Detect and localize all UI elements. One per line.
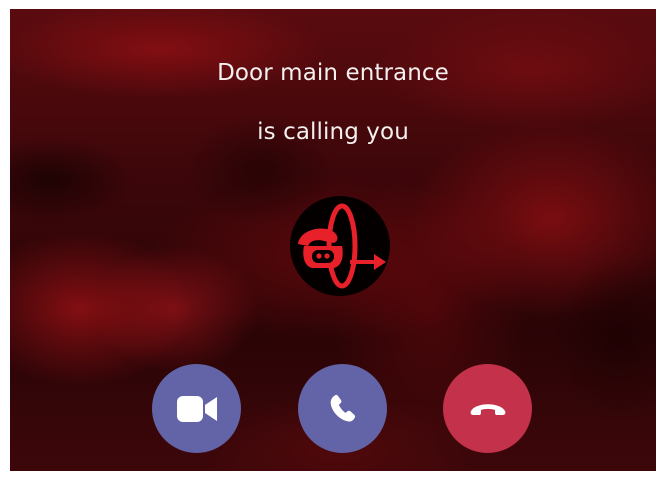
incoming-call-screen: Door main entrance is calling you [10,9,656,471]
decline-call-button[interactable] [443,364,532,453]
intercom-handset-logo-icon [298,203,386,289]
call-status-text: is calling you [257,119,409,145]
hang-up-icon [470,403,505,415]
audio-call-button[interactable] [298,364,387,453]
caller-name: Door main entrance [217,60,449,86]
video-camera-icon [176,395,217,422]
phone-icon [330,394,355,422]
video-call-button[interactable] [152,364,241,453]
caller-avatar [290,196,390,296]
